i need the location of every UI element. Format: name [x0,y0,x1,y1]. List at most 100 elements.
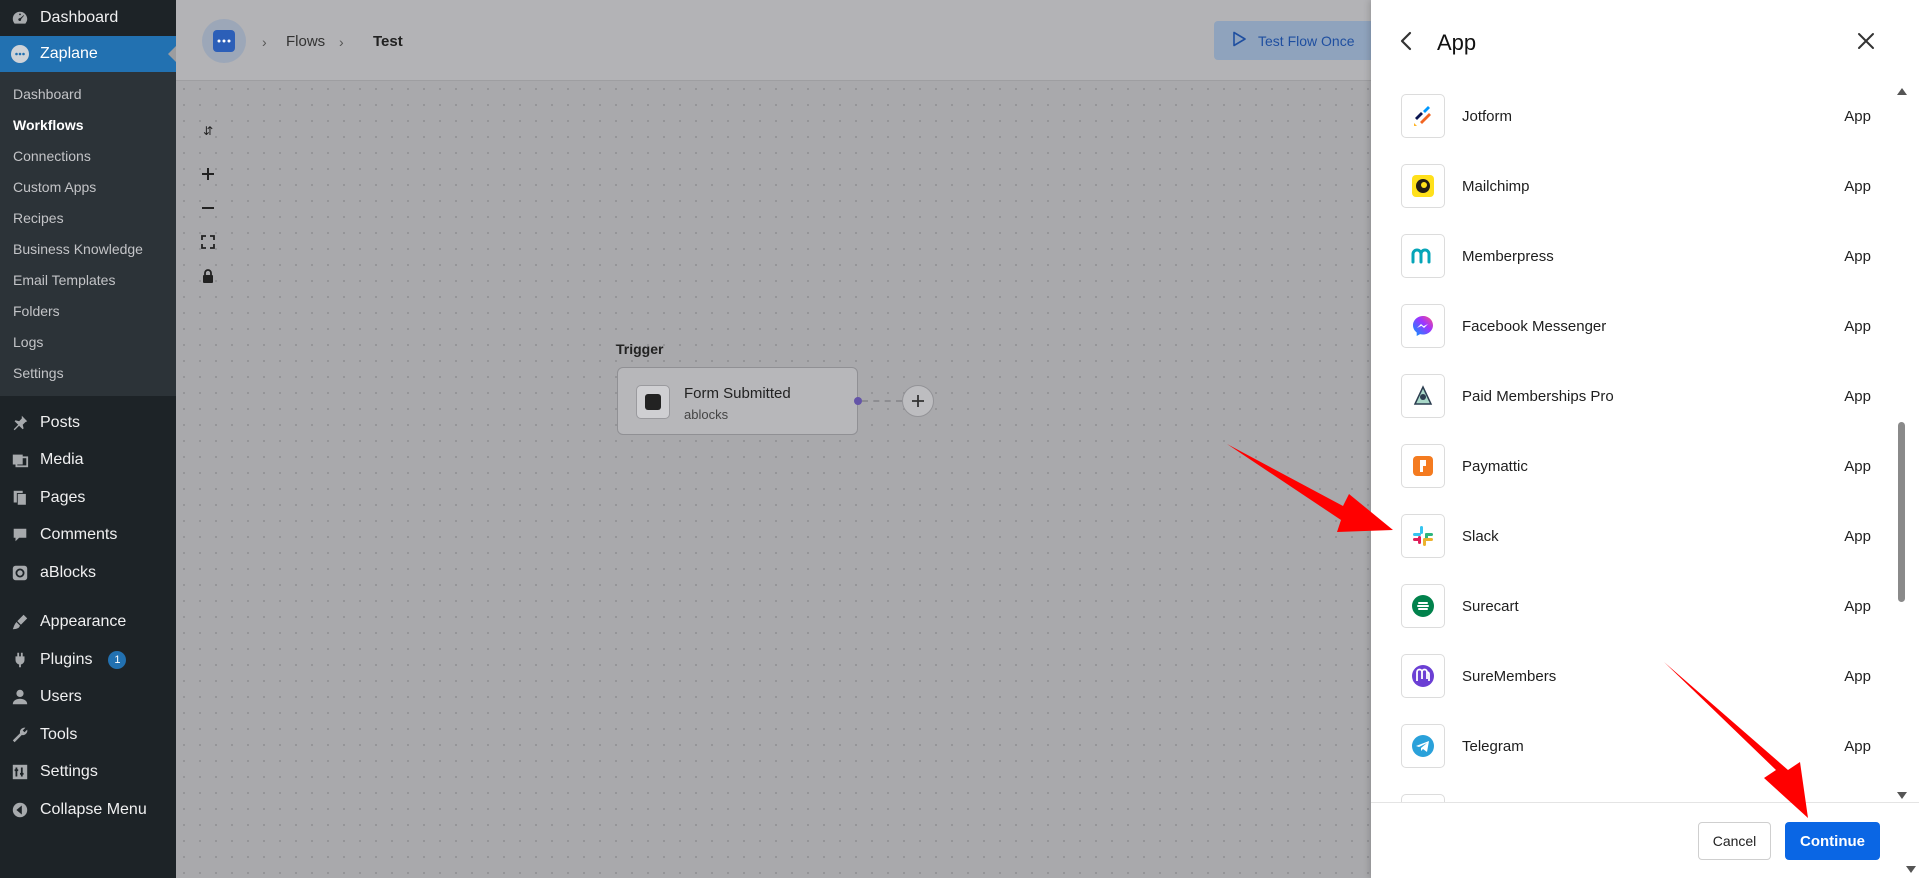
app-type: App [1844,247,1871,265]
wp-menu-label: Comments [40,526,118,544]
app-name: Mailchimp [1462,177,1530,195]
sort-icon[interactable]: ⇵ [198,121,218,141]
wp-menu-label: Settings [40,763,98,781]
submenu-custom-apps[interactable]: Custom Apps [0,171,176,202]
wp-menu-label: aBlocks [40,563,97,581]
wp-menu-label: Pages [40,488,86,506]
page-scroll-down-arrow-icon[interactable] [1906,866,1916,873]
wp-menu-collapse[interactable]: Collapse Menu [0,791,176,829]
collapse-icon [10,800,30,820]
app-name: Slack [1462,527,1499,545]
zaplane-logo-icon [213,30,235,52]
app-option-mailchimp[interactable]: Mailchimp App [1401,161,1871,211]
submenu-logs[interactable]: Logs [0,326,176,357]
wp-menu-comments[interactable]: Comments [0,517,176,555]
app-option-surecart[interactable]: Surecart App [1401,581,1871,631]
zoom-out-icon[interactable] [198,198,218,218]
app-name: Paymattic [1462,457,1528,475]
app-name: SureMembers [1462,667,1557,685]
app-option-paymattic[interactable]: Paymattic App [1401,441,1871,491]
panel-footer: Cancel Continue [1371,802,1919,878]
app-option-partial [1401,791,1871,802]
app-option-suremembers[interactable]: SureMembers App [1401,651,1871,701]
app-option-jotform[interactable]: Jotform App [1401,91,1871,141]
submenu-connections[interactable]: Connections [0,140,176,171]
test-flow-label: Test Flow Once [1258,32,1355,49]
wp-menu-appearance[interactable]: Appearance [0,604,176,642]
telegram-icon [1401,724,1445,768]
lock-icon[interactable] [198,266,218,286]
submenu-workflows[interactable]: Workflows [0,109,176,140]
scroll-up-arrow-icon[interactable] [1897,88,1907,95]
wp-menu-ablocks[interactable]: aBlocks [0,554,176,592]
wp-menu-label: Collapse Menu [40,800,147,818]
jotform-icon [1401,94,1445,138]
plugin-update-badge: 1 [108,650,127,669]
app-type: App [1844,387,1871,405]
app-name: Telegram [1462,737,1524,755]
chevron-right-icon: › [262,34,267,50]
app-type: App [1844,597,1871,615]
app-type: App [1844,527,1871,545]
app-option-slack[interactable]: Slack App [1401,511,1871,561]
menu-spacer [0,396,176,404]
submenu-folders[interactable]: Folders [0,295,176,326]
app-option-paid-memberships-pro[interactable]: Paid Memberships Pro App [1401,371,1871,421]
wp-menu-users[interactable]: Users [0,679,176,717]
wp-menu-label: Dashboard [40,9,119,26]
app-type: App [1844,667,1871,685]
zaplane-submenu: Dashboard Workflows Connections Custom A… [0,72,176,396]
scroll-thumb[interactable] [1898,422,1905,602]
app-list-scrollbar[interactable] [1896,88,1908,800]
breadcrumb-flows[interactable]: Flows [286,33,325,50]
trigger-node[interactable]: Form Submitted ablocks [617,367,858,435]
app-type: App [1844,177,1871,195]
play-icon [1232,31,1246,50]
wp-menu-dashboard[interactable]: Dashboard [0,0,176,36]
zaplane-icon [10,44,30,64]
submenu-recipes[interactable]: Recipes [0,202,176,233]
add-step-button[interactable] [902,385,934,417]
wp-menu-pages[interactable]: Pages [0,479,176,517]
wp-menu-zaplane[interactable]: Zaplane [0,36,176,72]
comment-icon [10,525,30,545]
submenu-settings[interactable]: Settings [0,357,176,388]
app-list: Jotform App Mailchimp App Memberpress Ap… [1371,82,1891,802]
submenu-email-templates[interactable]: Email Templates [0,264,176,295]
app-name: Facebook Messenger [1462,317,1607,335]
node-title: Form Submitted [684,385,791,402]
node-handle[interactable] [854,397,862,405]
zaplane-logo[interactable] [202,19,246,63]
submenu-business-knowledge[interactable]: Business Knowledge [0,233,176,264]
wp-menu-label: Posts [40,413,81,431]
app-option-facebook-messenger[interactable]: Facebook Messenger App [1401,301,1871,351]
cancel-button[interactable]: Cancel [1698,822,1771,860]
wrench-icon [10,725,30,745]
wp-menu-label: Zaplane [40,45,98,62]
memberpress-icon [1401,234,1445,278]
plugin-icon [10,650,30,670]
app-option-memberpress[interactable]: Memberpress App [1401,231,1871,281]
wp-menu-settings[interactable]: Settings [0,754,176,792]
active-caret [168,46,176,62]
trigger-label: Trigger [616,341,664,357]
wp-menu-media[interactable]: Media [0,442,176,480]
fit-view-icon[interactable] [198,232,218,252]
settings-icon [10,762,30,782]
scroll-down-arrow-icon[interactable] [1897,792,1907,799]
panel-header: App [1371,0,1919,82]
app-option-telegram[interactable]: Telegram App [1401,721,1871,771]
edge-connector [862,400,902,402]
chevron-left-icon[interactable] [1393,28,1419,54]
wp-menu-plugins[interactable]: Plugins 1 [0,641,176,679]
zoom-in-icon[interactable] [198,164,218,184]
app-name: Jotform [1462,107,1513,125]
app-name: Paid Memberships Pro [1462,387,1614,405]
app-select-panel: App Jotform App Mailchimp App Memberpres… [1371,0,1919,878]
wp-admin-sidebar: Dashboard Zaplane Dashboard Workflows Co… [0,0,176,878]
wp-menu-posts[interactable]: Posts [0,404,176,442]
continue-button[interactable]: Continue [1785,822,1880,860]
submenu-dashboard[interactable]: Dashboard [0,78,176,109]
close-icon[interactable] [1853,28,1879,54]
wp-menu-tools[interactable]: Tools [0,716,176,754]
